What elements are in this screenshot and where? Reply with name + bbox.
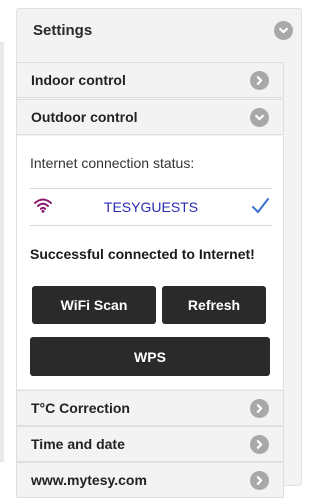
check-icon (250, 196, 270, 221)
section-temp-correction-label: T°C Correction (31, 400, 130, 416)
chevron-right-icon[interactable] (250, 434, 269, 454)
section-indoor-control[interactable]: Indoor control (16, 62, 284, 98)
section-outdoor-control-label: Outdoor control (31, 109, 138, 125)
section-mytesy-link-label: www.mytesy.com (31, 472, 147, 488)
chevron-right-icon[interactable] (250, 470, 269, 490)
section-time-and-date-label: Time and date (31, 436, 125, 452)
wps-button[interactable]: WPS (30, 337, 270, 376)
chevron-down-icon[interactable] (274, 20, 293, 40)
network-ssid: TESYGUESTS (103, 199, 199, 215)
chevron-right-icon[interactable] (250, 398, 269, 418)
wifi-network-row[interactable]: TESYGUESTS (30, 188, 272, 226)
section-time-and-date[interactable]: Time and date (16, 426, 284, 462)
success-message: Successful connected to Internet! (30, 246, 255, 262)
settings-header[interactable]: Settings (17, 9, 301, 51)
section-mytesy-link[interactable]: www.mytesy.com (16, 462, 284, 498)
settings-title: Settings (33, 21, 93, 39)
section-outdoor-control[interactable]: Outdoor control (16, 99, 284, 135)
section-temp-correction[interactable]: T°C Correction (16, 390, 284, 426)
refresh-button[interactable]: Refresh (162, 286, 266, 324)
chevron-down-icon[interactable] (250, 107, 269, 127)
left-divider (0, 42, 4, 462)
section-indoor-control-label: Indoor control (31, 72, 126, 88)
connection-status-label: Internet connection status: (30, 155, 195, 171)
chevron-right-icon[interactable] (250, 70, 269, 90)
wifi-scan-button[interactable]: WiFi Scan (32, 286, 156, 324)
